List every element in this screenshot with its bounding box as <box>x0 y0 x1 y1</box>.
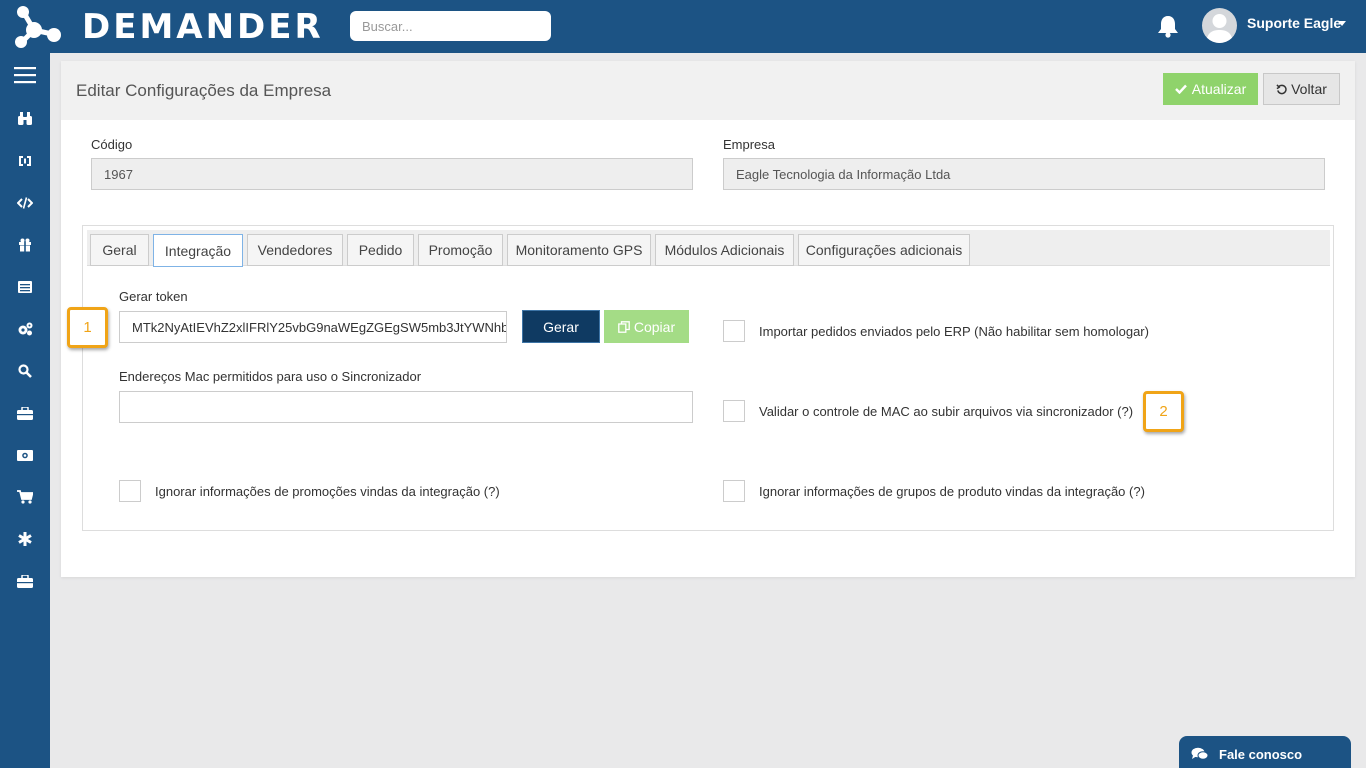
contact-chat-label: Fale conosco <box>1219 746 1303 762</box>
sidebar <box>0 53 50 768</box>
user-silhouette-icon <box>1206 14 1233 43</box>
tab-configuracoes-adicionais[interactable]: Configurações adicionais <box>798 234 970 266</box>
menu-icon[interactable] <box>0 60 50 90</box>
copy-icon <box>618 320 630 333</box>
tab-integracao[interactable]: Integração <box>153 234 243 267</box>
token-label: Gerar token <box>119 289 188 304</box>
company-label: Empresa <box>723 137 776 152</box>
tab-modulos-adicionais[interactable]: Módulos Adicionais <box>655 234 794 266</box>
top-bar: DEMANDER Suporte Eagle <box>0 0 1366 53</box>
check-icon <box>1174 84 1187 94</box>
back-button[interactable]: Voltar <box>1263 73 1340 105</box>
update-button-label: Atualizar <box>1191 81 1247 97</box>
gears-icon[interactable] <box>0 314 50 344</box>
update-button[interactable]: Atualizar <box>1163 73 1258 105</box>
ignore-product-groups-label: Ignorar informações de grupos de produto… <box>759 484 1145 499</box>
mac-addresses-input[interactable] <box>119 391 693 423</box>
money-icon[interactable] <box>0 440 50 470</box>
validate-mac-label: Validar o controle de MAC ao subir arqui… <box>759 404 1134 419</box>
search-input[interactable] <box>350 11 551 41</box>
binoculars-icon[interactable] <box>0 104 50 134</box>
tab-promocao[interactable]: Promoção <box>418 234 503 266</box>
code-label: Código <box>91 137 133 152</box>
suitcase-icon[interactable] <box>0 566 50 596</box>
page-title: Editar Configurações da Empresa <box>76 81 332 100</box>
import-erp-orders-label: Importar pedidos enviados pelo ERP (Não … <box>759 324 1149 339</box>
generate-token-button[interactable]: Gerar <box>522 310 600 343</box>
import-erp-orders-checkbox[interactable] <box>723 320 745 342</box>
settings-card: Editar Configurações da Empresa Atualiza… <box>61 61 1355 577</box>
back-button-label: Voltar <box>1291 81 1327 97</box>
brand-logo-text: DEMANDER <box>82 7 324 47</box>
briefcase-icon[interactable] <box>0 146 50 176</box>
list-icon[interactable] <box>0 272 50 302</box>
code-field[interactable]: 1967 <box>91 158 693 190</box>
tab-geral[interactable]: Geral <box>90 234 149 266</box>
bell-icon[interactable] <box>1157 14 1179 38</box>
logo-icon[interactable] <box>12 4 62 50</box>
asterisk-icon[interactable] <box>0 524 50 554</box>
gift-icon[interactable] <box>0 230 50 260</box>
step-marker-2: 2 <box>1143 391 1184 432</box>
search-icon[interactable] <box>0 356 50 386</box>
tab-pedido[interactable]: Pedido <box>347 234 414 266</box>
tab-monitoramento-gps[interactable]: Monitoramento GPS <box>507 234 651 266</box>
company-field[interactable]: Eagle Tecnologia da Informação Ltda <box>723 158 1325 190</box>
copy-token-label: Copiar <box>633 318 676 335</box>
contact-chat-button[interactable]: Fale conosco <box>1179 736 1351 768</box>
copy-token-button[interactable]: Copiar <box>604 310 689 343</box>
mac-label: Endereços Mac permitidos para uso o Sinc… <box>119 369 422 384</box>
chevron-down-icon[interactable] <box>1338 21 1346 26</box>
ignore-product-groups-checkbox[interactable] <box>723 480 745 502</box>
tab-strip: Geral Integração Vendedores Pedido Promo… <box>87 230 1330 267</box>
code-icon[interactable] <box>0 188 50 218</box>
avatar[interactable] <box>1202 8 1237 43</box>
step-marker-1: 1 <box>67 307 108 348</box>
user-name[interactable]: Suporte Eagle <box>1247 15 1341 31</box>
cart-icon[interactable] <box>0 482 50 512</box>
token-input[interactable]: MTk2NyAtIEVhZ2xlIFRlY25vbG9naWEgZGEgSW5m… <box>119 311 507 343</box>
toolbox-icon[interactable] <box>0 398 50 428</box>
ignore-promotions-checkbox[interactable] <box>119 480 141 502</box>
chat-bubbles-icon <box>1191 747 1209 760</box>
ignore-promotions-label: Ignorar informações de promoções vindas … <box>155 484 500 499</box>
validate-mac-checkbox[interactable] <box>723 400 745 422</box>
card-header: Editar Configurações da Empresa Atualiza… <box>61 61 1355 120</box>
tab-vendedores[interactable]: Vendedores <box>247 234 343 266</box>
undo-icon <box>1276 83 1287 94</box>
